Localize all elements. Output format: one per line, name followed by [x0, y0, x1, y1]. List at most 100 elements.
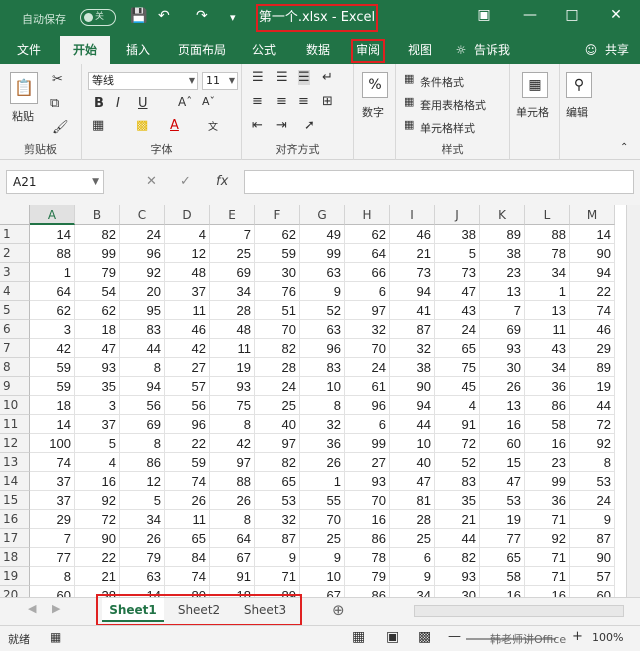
align-right-icon[interactable]: ≡ [298, 94, 309, 109]
row-header[interactable]: 8 [0, 358, 30, 377]
cell-l14[interactable]: 99 [525, 472, 570, 491]
align-bottom-icon[interactable]: ☰ [298, 70, 310, 85]
prev-sheet-icon[interactable]: ◀ [28, 602, 36, 615]
cell-c4[interactable]: 20 [120, 282, 165, 301]
cell-c2[interactable]: 96 [120, 244, 165, 263]
row-header[interactable]: 11 [0, 415, 30, 434]
cell-h18[interactable]: 78 [345, 548, 390, 567]
cell-e16[interactable]: 8 [210, 510, 255, 529]
row-header[interactable]: 14 [0, 472, 30, 491]
tab-home[interactable]: 开始 [60, 36, 110, 64]
zoom-in-icon[interactable]: + [572, 629, 583, 644]
cell-l2[interactable]: 78 [525, 244, 570, 263]
cell-d13[interactable]: 59 [165, 453, 210, 472]
row-header[interactable]: 7 [0, 339, 30, 358]
cell-m9[interactable]: 19 [570, 377, 615, 396]
increase-indent-icon[interactable]: ⇥ [276, 118, 287, 133]
cell-f13[interactable]: 82 [255, 453, 300, 472]
conditional-format-button[interactable]: 条件格式 [420, 74, 464, 90]
cell-m14[interactable]: 53 [570, 472, 615, 491]
italic-button[interactable]: I [116, 96, 120, 111]
cell-h1[interactable]: 62 [345, 225, 390, 244]
cell-l4[interactable]: 1 [525, 282, 570, 301]
cell-e19[interactable]: 91 [210, 567, 255, 586]
cell-c12[interactable]: 8 [120, 434, 165, 453]
row-header[interactable]: 10 [0, 396, 30, 415]
cell-f9[interactable]: 24 [255, 377, 300, 396]
cell-b2[interactable]: 99 [75, 244, 120, 263]
cell-h6[interactable]: 32 [345, 320, 390, 339]
cell-d6[interactable]: 46 [165, 320, 210, 339]
cell-m11[interactable]: 72 [570, 415, 615, 434]
tab-file[interactable]: 文件 [6, 36, 52, 64]
column-header-g[interactable]: G [300, 205, 345, 225]
vertical-scrollbar[interactable] [626, 205, 640, 597]
cell-g10[interactable]: 8 [300, 396, 345, 415]
cell-a5[interactable]: 62 [30, 301, 75, 320]
cells-icon[interactable]: ▦ [522, 72, 548, 98]
cell-j20[interactable]: 30 [435, 586, 480, 597]
cell-e1[interactable]: 7 [210, 225, 255, 244]
cell-g11[interactable]: 32 [300, 415, 345, 434]
cell-f5[interactable]: 51 [255, 301, 300, 320]
percent-icon[interactable]: % [362, 72, 388, 98]
cell-j12[interactable]: 72 [435, 434, 480, 453]
cell-a9[interactable]: 59 [30, 377, 75, 396]
cell-b17[interactable]: 90 [75, 529, 120, 548]
macro-record-icon[interactable]: ▦ [50, 630, 61, 644]
cell-f17[interactable]: 87 [255, 529, 300, 548]
cell-e5[interactable]: 28 [210, 301, 255, 320]
row-header[interactable]: 5 [0, 301, 30, 320]
cell-e9[interactable]: 93 [210, 377, 255, 396]
format-as-table-button[interactable]: 套用表格格式 [420, 97, 486, 113]
cell-a3[interactable]: 1 [30, 263, 75, 282]
wrap-text-icon[interactable]: ↵ [322, 70, 333, 85]
cell-j6[interactable]: 24 [435, 320, 480, 339]
cell-a4[interactable]: 64 [30, 282, 75, 301]
cell-m8[interactable]: 89 [570, 358, 615, 377]
column-header-f[interactable]: F [255, 205, 300, 225]
cell-g15[interactable]: 55 [300, 491, 345, 510]
zoom-level[interactable]: 100% [592, 631, 623, 644]
cell-m3[interactable]: 94 [570, 263, 615, 282]
cell-f4[interactable]: 76 [255, 282, 300, 301]
cell-l10[interactable]: 86 [525, 396, 570, 415]
cell-f10[interactable]: 25 [255, 396, 300, 415]
cell-i4[interactable]: 94 [390, 282, 435, 301]
cell-d5[interactable]: 11 [165, 301, 210, 320]
cell-b18[interactable]: 22 [75, 548, 120, 567]
normal-view-icon[interactable]: ▦ [352, 629, 365, 645]
cell-c11[interactable]: 69 [120, 415, 165, 434]
cell-k14[interactable]: 47 [480, 472, 525, 491]
insert-function-icon[interactable]: fx [216, 174, 228, 189]
column-header-j[interactable]: J [435, 205, 480, 225]
cell-i2[interactable]: 21 [390, 244, 435, 263]
cell-k12[interactable]: 60 [480, 434, 525, 453]
minimize-button[interactable]: — [520, 7, 540, 23]
cell-m4[interactable]: 22 [570, 282, 615, 301]
cell-d12[interactable]: 22 [165, 434, 210, 453]
name-box[interactable]: A21 ▼ [6, 170, 104, 194]
cell-g3[interactable]: 63 [300, 263, 345, 282]
cell-e7[interactable]: 11 [210, 339, 255, 358]
cell-g20[interactable]: 67 [300, 586, 345, 597]
cell-e12[interactable]: 42 [210, 434, 255, 453]
font-color-icon[interactable]: A [170, 118, 179, 133]
borders-icon[interactable]: ▦ [92, 118, 104, 133]
orientation-icon[interactable]: ➚ [304, 118, 315, 133]
cell-b19[interactable]: 21 [75, 567, 120, 586]
cell-e8[interactable]: 19 [210, 358, 255, 377]
cell-b12[interactable]: 5 [75, 434, 120, 453]
tab-view[interactable]: 视图 [398, 36, 442, 64]
cell-m7[interactable]: 29 [570, 339, 615, 358]
cell-h3[interactable]: 66 [345, 263, 390, 282]
save-icon[interactable]: 💾 [130, 8, 147, 24]
share-button[interactable]: 共享 [600, 36, 634, 64]
cell-j17[interactable]: 44 [435, 529, 480, 548]
format-painter-icon[interactable]: 🖌 [52, 120, 69, 135]
cell-i3[interactable]: 73 [390, 263, 435, 282]
copy-icon[interactable]: ⧉ [50, 96, 59, 111]
cell-j14[interactable]: 83 [435, 472, 480, 491]
cell-d16[interactable]: 11 [165, 510, 210, 529]
cell-e4[interactable]: 34 [210, 282, 255, 301]
